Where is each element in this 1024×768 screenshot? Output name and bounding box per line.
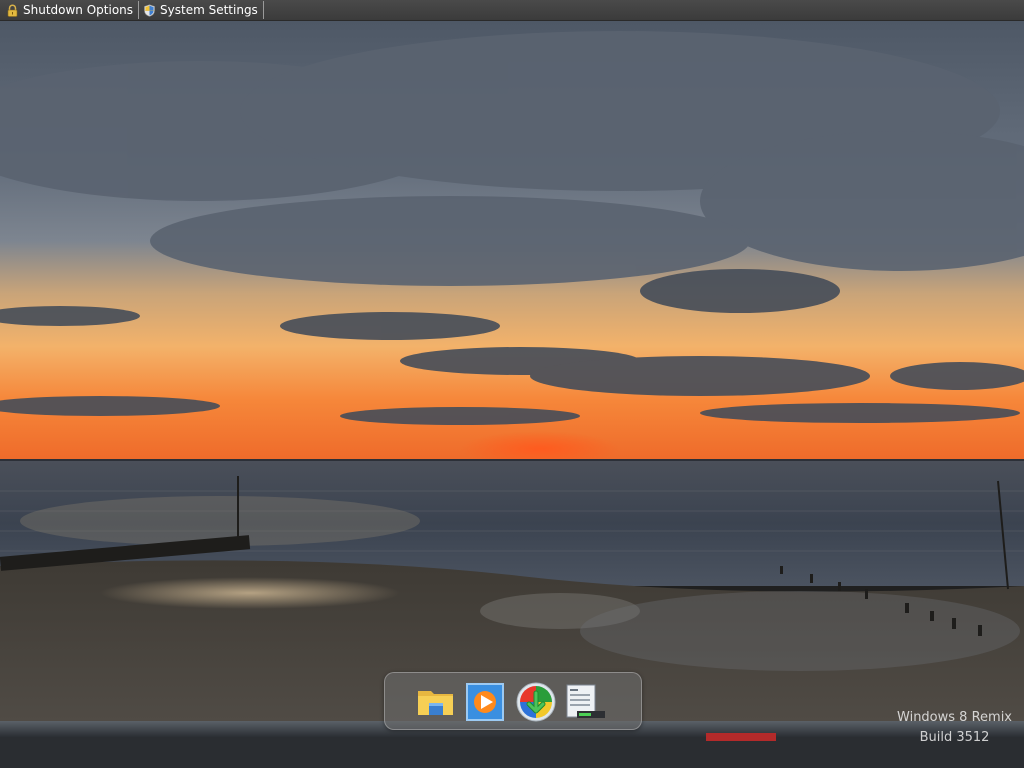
desktop: Shutdown Options System Settings Windows…	[0, 0, 1024, 768]
system-settings-label: System Settings	[160, 3, 258, 17]
windows-orb-icon	[516, 682, 556, 722]
dock-media-player[interactable]	[464, 681, 506, 723]
desktop-wallpaper	[0, 21, 1024, 768]
dock-task-manager[interactable]	[565, 681, 607, 723]
watermark-product: Windows 8 Remix	[897, 710, 1012, 725]
task-manager-icon	[566, 684, 605, 718]
dock-start-button[interactable]	[515, 681, 557, 723]
shutdown-options-label: Shutdown Options	[23, 3, 134, 17]
dock	[384, 672, 642, 730]
shutdown-options-menu[interactable]: Shutdown Options	[0, 1, 140, 19]
gear-shield-icon	[144, 3, 155, 17]
lock-icon	[7, 4, 18, 17]
top-menu-bar: Shutdown Options System Settings	[0, 0, 1024, 21]
play-icon	[466, 683, 504, 721]
folder-icon	[418, 691, 453, 715]
system-settings-menu[interactable]: System Settings	[139, 1, 264, 19]
build-watermark: Windows 8 Remix Build 3512	[897, 708, 1012, 748]
watermark-build: Build 3512	[919, 730, 990, 745]
dock-file-explorer[interactable]	[415, 681, 457, 723]
